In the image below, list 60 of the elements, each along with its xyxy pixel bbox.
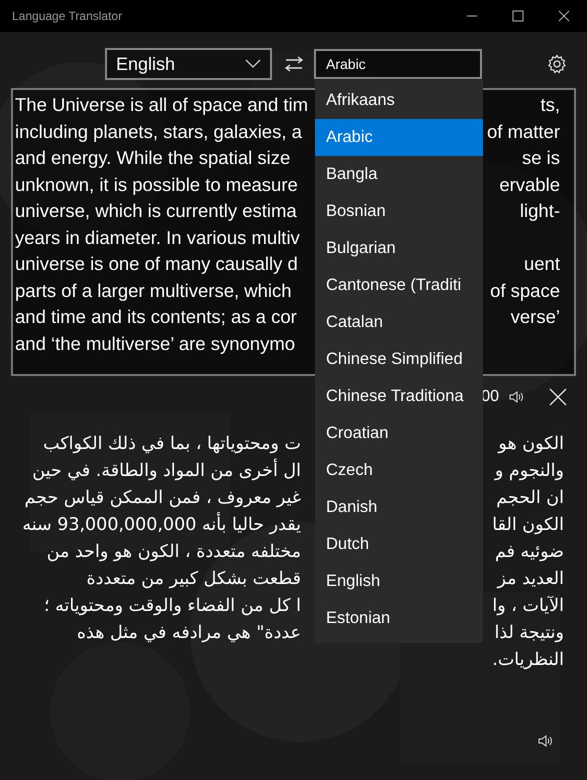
source-text-line: including planets, stars, galaxies, a <box>15 120 303 143</box>
source-language-dropdown[interactable]: English <box>105 48 272 80</box>
source-text-line: uent <box>522 253 561 276</box>
close-icon[interactable] <box>558 10 570 22</box>
translation-text-line: والنجوم و <box>493 460 565 480</box>
language-option[interactable]: Cantonese (Traditi <box>315 267 483 304</box>
language-option[interactable]: Dutch <box>315 526 483 563</box>
language-option[interactable]: Bangla <box>315 156 483 193</box>
language-option[interactable]: Croatian <box>315 415 483 452</box>
source-text-line: The Universe is all of space and tim <box>15 94 310 116</box>
language-option[interactable]: Czech <box>315 452 483 489</box>
translation-text-line: الكون هو <box>496 434 565 454</box>
language-option[interactable]: Estonian <box>315 600 483 637</box>
language-option[interactable]: Afrikaans <box>315 82 483 119</box>
source-text-line: parts of a larger multiverse, which <box>15 280 293 302</box>
source-text-line: of space <box>489 280 561 302</box>
swap-icon[interactable] <box>284 56 304 72</box>
source-text-line: universe, which is currently estima <box>15 200 298 222</box>
translation-text-line: العديد مز <box>496 568 565 588</box>
translation-text-line: ال أخرى من المواد والطاقة. في حين <box>31 460 301 480</box>
settings-icon[interactable] <box>547 54 567 74</box>
source-text-line: verse’ <box>510 306 561 328</box>
source-text-line: and energy. While the spatial size <box>15 147 292 170</box>
translation-text-line: ا كل من الفضاء والوقت ومحتوياته ؛ <box>43 596 301 616</box>
translation-text-line: مختلفه متعددة ، الكون هو واحد من <box>46 542 301 562</box>
translation-text-line: الكون القا <box>491 514 565 534</box>
translation-text-line: يقدر حاليا بأنه 93,000,000,000 سنه <box>11 514 301 534</box>
translation-text-line: قطعت بشكل كبير من متعددة <box>86 568 301 588</box>
source-text-line: se is <box>520 147 561 170</box>
target-language-field[interactable]: Arabic <box>314 49 482 79</box>
language-option[interactable]: Arabic <box>315 119 483 156</box>
window-title: Language Translator <box>12 9 122 23</box>
source-text-line: and ‘the multiverse’ are synonymo <box>15 332 296 355</box>
translation-text-line: النظريات. <box>491 650 565 670</box>
language-option[interactable]: Danish <box>315 489 483 526</box>
speaker-icon[interactable] <box>509 390 525 404</box>
translation-text-line: ونتيجة لذا <box>493 622 565 642</box>
source-text-line: light- <box>518 200 561 222</box>
source-text-line: universe is one of many causally d <box>15 253 299 276</box>
language-option[interactable]: Chinese Simplified <box>315 341 483 378</box>
translation-text-line: ت ومحتوياتها ، بما في ذلك الكواكب <box>42 434 301 454</box>
speaker-icon[interactable] <box>538 734 554 748</box>
language-option[interactable]: Catalan <box>315 304 483 341</box>
language-option[interactable]: Chinese Traditiona <box>315 378 483 415</box>
maximize-icon[interactable] <box>512 10 524 22</box>
source-text-line: ervable <box>498 174 561 196</box>
source-text-line: ts, <box>539 94 561 116</box>
translation-text-line: الآيات ، وا <box>491 596 565 616</box>
source-text-line: unknown, it is possible to measure <box>15 174 299 196</box>
translation-text-line: عددة" هي مرادفه في مثل هذه <box>76 622 301 642</box>
source-text-line: and time and its contents; as a cor <box>15 306 298 328</box>
language-option[interactable]: Bosnian <box>315 193 483 230</box>
chevron-down-icon <box>245 59 261 69</box>
language-option[interactable]: Bulgarian <box>315 230 483 267</box>
language-option[interactable]: English <box>315 563 483 600</box>
source-text-line: years in diameter. In various multiv <box>15 226 301 249</box>
translation-text-line: ضوئيه فم <box>494 542 565 562</box>
source-text-line: of matter <box>487 120 561 143</box>
translation-text-line: ان الحجم <box>495 488 565 508</box>
translation-text-line: غير معروف ، فمن الممكن قياس حجم <box>24 488 301 508</box>
